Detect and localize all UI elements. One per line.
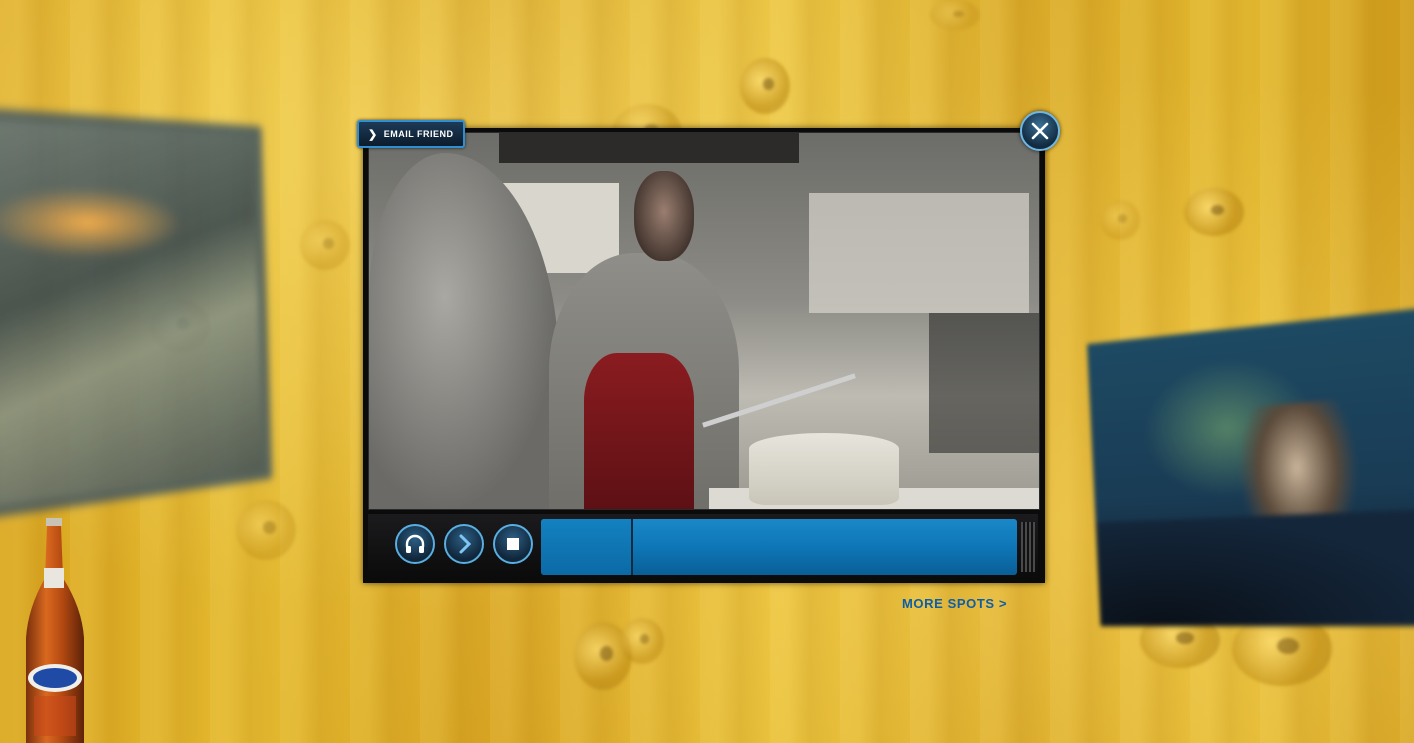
resize-grip[interactable] (1021, 522, 1035, 572)
bubble (300, 220, 350, 270)
red-apron (584, 353, 694, 509)
email-friend-label: Email Friend (383, 129, 454, 139)
cheesemonger-head (634, 171, 694, 261)
bubble (740, 58, 790, 114)
close-icon (1031, 122, 1049, 140)
bubble (930, 0, 980, 30)
stop-button[interactable] (493, 524, 533, 564)
blurred-photo-right[interactable] (1087, 306, 1414, 627)
control-bar (368, 514, 1038, 578)
bubble (236, 500, 296, 560)
blurred-photo-left[interactable] (0, 106, 273, 520)
bubble (1184, 188, 1244, 236)
cheese-wheel (749, 433, 899, 505)
progress-marker[interactable] (631, 519, 634, 575)
audio-button[interactable] (395, 524, 435, 564)
video-player (363, 128, 1045, 583)
bubble (620, 618, 664, 664)
close-button[interactable] (1020, 111, 1060, 151)
photo-glow (0, 183, 185, 260)
bubble (1100, 200, 1140, 240)
shelf (809, 193, 1029, 313)
crowd (1095, 508, 1414, 627)
email-friend-button[interactable]: ❯ Email Friend (357, 120, 465, 148)
shelf-shadow (499, 133, 799, 163)
more-spots-link[interactable]: MORE SPOTS > (902, 596, 1007, 611)
play-chevron-icon (459, 534, 472, 554)
play-button[interactable] (444, 524, 484, 564)
progress-bar[interactable] (541, 519, 1017, 575)
chevron-right-icon: ❯ (368, 128, 378, 141)
page-background: ❯ Email Friend MORE SPOTS > (0, 0, 1414, 743)
video-frame[interactable] (368, 132, 1040, 510)
stop-icon (507, 538, 519, 550)
beer-bottle-icon (26, 518, 84, 743)
progress-played (541, 519, 632, 575)
back-wall (929, 313, 1039, 453)
headphones-icon (405, 534, 425, 553)
